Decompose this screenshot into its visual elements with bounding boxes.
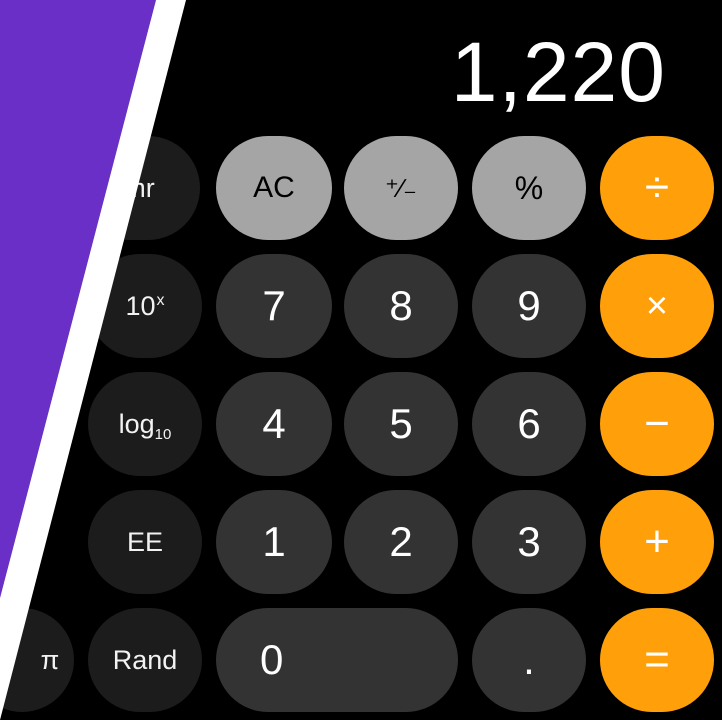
memory-recall-label: mr <box>123 172 155 203</box>
digit-4-button[interactable]: 4 <box>216 372 332 476</box>
ee-label: EE <box>126 526 164 557</box>
equals-button[interactable]: = <box>600 608 714 712</box>
ten-power-x-button[interactable]: 10x <box>88 254 202 358</box>
rand-label: Rand <box>112 644 178 675</box>
digit-0-button[interactable]: 0 <box>216 608 458 712</box>
digit-8-button[interactable]: 8 <box>344 254 458 358</box>
digit-4-label: 4 <box>262 400 286 447</box>
plus-button[interactable]: + <box>600 490 714 594</box>
memory-recall-button[interactable]: mr <box>78 136 200 240</box>
divide-button[interactable]: ÷ <box>600 136 714 240</box>
plus-icon: + <box>644 517 670 566</box>
digit-1-label: 1 <box>262 518 286 565</box>
minus-button[interactable]: − <box>600 372 714 476</box>
percent-label: % <box>514 169 544 206</box>
log-base-text: log <box>118 408 155 439</box>
digit-3-label: 3 <box>517 518 541 565</box>
decimal-point-button[interactable]: . <box>472 608 586 712</box>
digit-8-label: 8 <box>389 282 413 329</box>
equals-icon: = <box>644 635 670 684</box>
digit-2-button[interactable]: 2 <box>344 490 458 594</box>
digit-2-label: 2 <box>389 518 413 565</box>
ee-button[interactable]: EE <box>88 490 202 594</box>
minus-icon: − <box>644 399 670 448</box>
ten-power-x-label: 10x <box>125 291 164 322</box>
digit-5-label: 5 <box>389 400 413 447</box>
log10-label: log10 <box>118 408 172 443</box>
digit-5-button[interactable]: 5 <box>344 372 458 476</box>
log10-button[interactable]: log10 <box>88 372 202 476</box>
ten-power-exponent: x <box>156 291 165 309</box>
digit-9-label: 9 <box>517 282 541 329</box>
log-subscript: 10 <box>154 425 172 443</box>
pi-button[interactable]: π <box>0 608 74 712</box>
digit-6-button[interactable]: 6 <box>472 372 586 476</box>
all-clear-button[interactable]: AC <box>216 136 332 240</box>
digit-9-button[interactable]: 9 <box>472 254 586 358</box>
digit-3-button[interactable]: 3 <box>472 490 586 594</box>
plus-minus-label: ⁺∕₋ <box>385 172 417 203</box>
rand-button[interactable]: Rand <box>88 608 202 712</box>
plus-minus-button[interactable]: ⁺∕₋ <box>344 136 458 240</box>
digit-1-button[interactable]: 1 <box>216 490 332 594</box>
calculator-screen: 1,220 mr AC ⁺∕₋ % ÷ 10x 7 8 9 × log10 4 … <box>0 0 722 720</box>
multiply-icon: × <box>645 284 669 327</box>
all-clear-label: AC <box>253 171 295 204</box>
digit-7-label: 7 <box>262 282 286 329</box>
digit-6-label: 6 <box>517 400 541 447</box>
divide-icon: ÷ <box>644 163 670 212</box>
keypad: mr AC ⁺∕₋ % ÷ 10x 7 8 9 × log10 4 5 6 − … <box>0 0 722 720</box>
ten-power-base: 10 <box>125 290 156 321</box>
pi-label: π <box>40 644 60 675</box>
digit-0-label: 0 <box>260 636 284 683</box>
percent-button[interactable]: % <box>472 136 586 240</box>
digit-7-button[interactable]: 7 <box>216 254 332 358</box>
multiply-button[interactable]: × <box>600 254 714 358</box>
decimal-point-label: . <box>523 636 535 683</box>
